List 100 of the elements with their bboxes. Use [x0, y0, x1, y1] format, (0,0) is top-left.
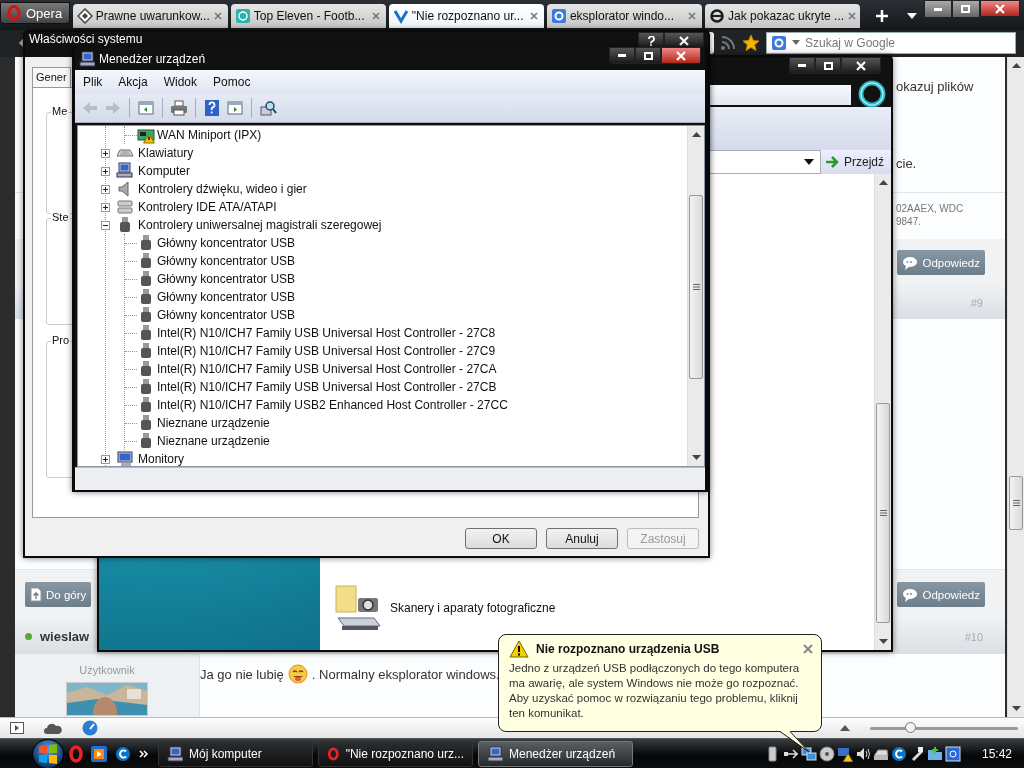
up-arrow-icon[interactable] [1011, 63, 1021, 69]
maximize-button[interactable] [635, 47, 661, 64]
folder-icon[interactable] [926, 746, 943, 762]
caret-icon[interactable] [906, 12, 918, 20]
tree-item[interactable]: Główny koncentrator USB [157, 254, 296, 268]
taskbar-button[interactable]: "Nie rozpoznano urz... [318, 741, 473, 767]
tree-item[interactable]: Intel(R) N10/ICH7 Family USB Universal Host Controller - 27CA [157, 362, 497, 376]
up-arrow-icon[interactable] [691, 132, 701, 137]
browser-tab[interactable]: "Nie rozpoznano ur... [388, 4, 544, 28]
collapse-icon[interactable] [101, 220, 110, 230]
tree-item[interactable]: Komputer [138, 164, 191, 178]
expand-icon[interactable] [101, 148, 110, 158]
caret-icon[interactable] [804, 159, 814, 165]
tree-item[interactable]: Intel(R) N10/ICH7 Family USB Universal Host Controller - 27CB [157, 380, 497, 394]
scrollbar[interactable] [874, 174, 891, 650]
search-engine-icon[interactable] [771, 35, 787, 52]
top-button[interactable]: Do góry [25, 582, 92, 608]
ring-logo-icon[interactable] [857, 78, 887, 109]
author-name[interactable]: wieslaw [40, 629, 90, 645]
browser-tab[interactable]: Prawne uwarunkow... [72, 4, 228, 28]
up-arrow-icon[interactable] [840, 725, 850, 732]
tree-item[interactable]: Główny koncentrator USB [157, 308, 296, 322]
close-icon[interactable] [370, 11, 381, 21]
disc-icon[interactable] [818, 746, 835, 762]
close-button[interactable] [979, 0, 1020, 17]
search-bar[interactable]: Szukaj w Google [766, 32, 1016, 55]
scrollbar[interactable] [687, 126, 704, 466]
tree-item[interactable]: Kontrolery IDE ATA/ATAPI [138, 200, 277, 214]
tab[interactable]: Gener [32, 67, 71, 87]
tree-item[interactable]: Intel(R) N10/ICH7 Family USB Universal Host Controller - 27C8 [157, 326, 496, 340]
down-arrow-icon[interactable] [691, 455, 701, 460]
tree-item[interactable]: Nieznane urządzenie [157, 434, 270, 448]
slider-thumb[interactable] [904, 721, 916, 733]
reply-button[interactable]: Odpowiedz [897, 582, 985, 608]
minimize-button[interactable] [609, 47, 635, 64]
up-arrow-icon[interactable] [878, 180, 888, 185]
maximize-button[interactable] [951, 0, 980, 18]
tree-item[interactable]: Intel(R) N10/ICH7 Family USB Universal Host Controller - 27C9 [157, 344, 496, 358]
panel-icon[interactable] [137, 99, 155, 117]
clock[interactable]: 15:42 [981, 747, 1012, 761]
speaker-icon[interactable] [854, 746, 871, 762]
opera-menu-button[interactable]: Opera [0, 2, 70, 24]
menu-item[interactable]: Pomoc [205, 75, 259, 89]
help-icon[interactable] [203, 99, 221, 117]
dialog-button[interactable]: Anuluj [546, 528, 618, 549]
gauge-icon[interactable] [82, 720, 98, 737]
minimize-button[interactable] [789, 57, 815, 74]
printer-icon[interactable] [170, 99, 188, 117]
expand-icon[interactable] [101, 184, 110, 194]
c-circle-icon[interactable] [890, 746, 907, 762]
monitor-warning-icon[interactable] [836, 746, 853, 762]
expand-icon[interactable] [101, 202, 110, 212]
down-arrow-icon[interactable] [878, 639, 888, 644]
plus-icon[interactable] [875, 9, 890, 23]
window-icon[interactable] [944, 746, 961, 762]
tree-item[interactable]: Główny koncentrator USB [157, 236, 296, 250]
close-icon[interactable] [528, 11, 539, 21]
go-button[interactable]: Przejdź [821, 150, 891, 174]
maximize-button[interactable] [815, 57, 841, 74]
scan-icon[interactable] [259, 99, 277, 117]
menu-item[interactable]: Plik [75, 75, 111, 89]
menu-item[interactable]: Widok [155, 75, 206, 89]
close-button[interactable] [841, 57, 881, 74]
reply-button[interactable]: Odpowiedz [897, 250, 985, 276]
c-circle-icon[interactable] [115, 746, 131, 762]
expand-icon[interactable] [101, 454, 110, 464]
taskbar-button[interactable]: Mój komputer [158, 741, 313, 767]
notification-balloon[interactable] [498, 634, 822, 732]
star-icon[interactable] [742, 34, 760, 53]
menu-item[interactable]: Akcja [110, 75, 156, 89]
minimize-button[interactable] [923, 0, 952, 18]
taskbar-button[interactable]: Menedżer urządzeń [478, 741, 633, 767]
zoom-slider[interactable] [870, 722, 1018, 735]
tree-item[interactable]: Monitory [138, 452, 184, 466]
tree-item[interactable]: WAN Miniport (IPX) [157, 128, 262, 142]
browser-tab[interactable]: eksplorator windo... [546, 4, 703, 28]
scroll-thumb[interactable] [876, 403, 890, 623]
feed-icon[interactable] [720, 35, 736, 52]
tree-item[interactable]: Nieznane urządzenie [157, 416, 270, 430]
tree-item[interactable]: Kontrolery dźwięku, wideo i gier [138, 182, 307, 196]
browser-tab[interactable]: Top Eleven - Footb... [230, 4, 386, 28]
panel-toggle-icon[interactable] [10, 722, 24, 735]
drive-icon[interactable] [872, 746, 889, 762]
expand-icon[interactable] [101, 166, 110, 176]
tree-item[interactable]: Intel(R) N10/ICH7 Family USB2 Enhanced Host Controller - 27CC [157, 398, 508, 412]
tree-item[interactable]: Główny koncentrator USB [157, 272, 296, 286]
close-icon[interactable] [847, 11, 858, 21]
list-item[interactable]: Skanery i aparaty fotograficzne [334, 584, 874, 632]
media-player-icon[interactable] [91, 746, 107, 762]
close-button[interactable] [661, 47, 701, 64]
close-icon[interactable] [687, 11, 698, 21]
tree-item[interactable]: Główny koncentrator USB [157, 290, 296, 304]
tree-item[interactable]: Kontrolery uniwersalnej magistrali szeregowej [138, 218, 382, 232]
down-arrow-icon[interactable] [1011, 706, 1021, 712]
tree-item[interactable]: Klawiatury [138, 146, 194, 160]
network-icon[interactable] [800, 746, 817, 762]
start-button[interactable] [32, 739, 64, 768]
dialog-button[interactable]: OK [465, 528, 537, 549]
scroll-thumb[interactable] [689, 195, 703, 379]
close-icon[interactable] [212, 11, 223, 21]
